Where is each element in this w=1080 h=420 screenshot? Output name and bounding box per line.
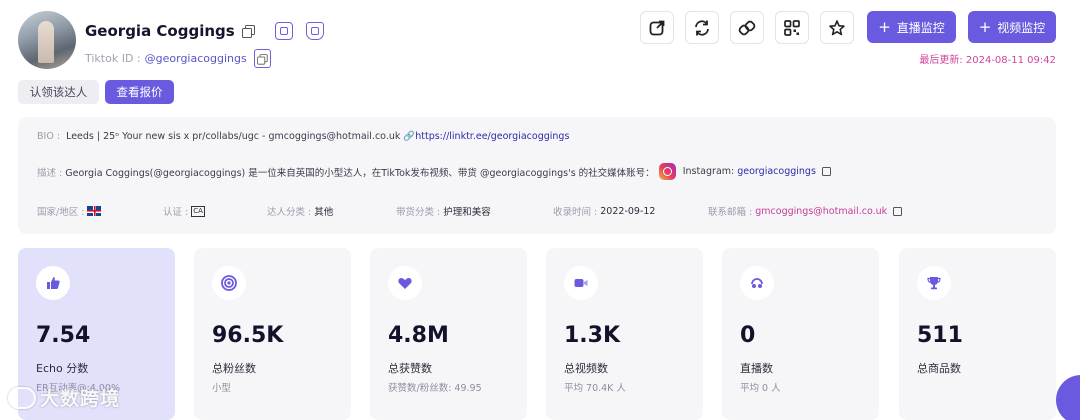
stat-value: 96.5K	[212, 323, 284, 348]
stat-label: 总获赞数	[388, 362, 432, 375]
email-value[interactable]: gmcoggings@hotmail.co.uk	[755, 206, 887, 217]
watermark-logo-icon	[8, 387, 36, 409]
claim-influencer-button[interactable]: 认领该达人	[18, 80, 99, 104]
stat-card-products[interactable]: 511 总商品数	[899, 248, 1056, 420]
region-field: 国家/地区 :	[37, 204, 102, 218]
instagram-handle-link[interactable]: georgiacoggings	[737, 166, 816, 177]
stat-label: 总粉丝数	[212, 362, 256, 375]
trophy-icon	[917, 266, 951, 300]
instagram-label: Instagram:	[682, 166, 735, 177]
stat-value: 0	[740, 323, 756, 348]
stat-label: Echo 分数	[36, 362, 89, 375]
email-label: 联系邮箱 :	[708, 207, 753, 218]
profile-info-panel: BIO : Leeds | 25ᵒ Your new sis x pr/coll…	[18, 117, 1056, 234]
stat-card-followers[interactable]: 96.5K 总粉丝数 小型	[194, 248, 351, 420]
video-monitor-button[interactable]: + 视频监控	[968, 11, 1056, 43]
store-badge-icon[interactable]	[274, 22, 293, 40]
stat-value: 511	[917, 323, 963, 348]
thumbs-up-icon	[36, 266, 70, 300]
star-icon	[829, 19, 845, 35]
stat-subtext: 平均 0 人	[740, 383, 781, 394]
qr-code-icon	[784, 19, 800, 36]
copy-link-button[interactable]	[730, 11, 764, 44]
description-text: Georgia Coggings(@georgiacoggings) 是一位来自…	[65, 167, 655, 179]
copy-email-icon[interactable]	[893, 206, 903, 216]
bio-link[interactable]: https://linktr.ee/georgiacoggings	[415, 131, 569, 142]
stat-label: 直播数	[740, 362, 773, 375]
bio-label: BIO :	[37, 131, 61, 142]
stat-value: 1.3K	[564, 323, 621, 348]
stat-card-likes[interactable]: 4.8M 总获赞数 获赞数/粉丝数: 49.95	[370, 248, 527, 420]
watermark-text: 大数跨境	[40, 388, 121, 410]
uk-flag-icon	[87, 206, 102, 216]
category-label: 达人分类 :	[267, 207, 312, 218]
influencer-profile-page: Georgia Coggings Tiktok ID : @georgiacog…	[0, 0, 1080, 420]
stat-label: 总视频数	[564, 362, 608, 375]
live-icon	[740, 266, 774, 300]
tiktok-id-label: Tiktok ID :	[85, 52, 141, 65]
goods-category-field: 带货分类 : 护理和美容	[396, 204, 491, 218]
qr-code-button[interactable]	[775, 11, 809, 44]
verification-label: 认证 :	[163, 207, 189, 218]
region-label: 国家/地区 :	[37, 207, 85, 218]
refresh-button[interactable]	[685, 11, 719, 44]
collected-date-value: 2022-09-12	[600, 205, 656, 217]
video-monitor-label: 视频监控	[997, 20, 1046, 35]
stat-value: 7.54	[36, 323, 91, 348]
stat-card-videos[interactable]: 1.3K 总视频数 平均 70.4K 人	[546, 248, 703, 420]
last-updated-text: 最后更新: 2024-08-11 09:42	[919, 55, 1056, 66]
avatar	[18, 11, 76, 69]
heart-icon	[388, 266, 422, 300]
verification-badge-icon: CA	[191, 205, 205, 217]
stat-subtext: 获赞数/粉丝数: 49.95	[388, 383, 482, 394]
bio-row: BIO : Leeds | 25ᵒ Your new sis x pr/coll…	[37, 131, 569, 142]
chat-support-button[interactable]	[1056, 375, 1080, 420]
collected-date-field: 收录时间 : 2022-09-12	[553, 204, 656, 219]
plus-icon: +	[978, 17, 992, 36]
tiktok-id-value[interactable]: @georgiacoggings	[145, 52, 247, 65]
target-icon	[212, 266, 246, 300]
goods-category-value: 护理和美容	[443, 207, 491, 218]
refresh-icon	[695, 19, 709, 36]
stat-value: 4.8M	[388, 323, 449, 348]
description-label: 描述 :	[37, 167, 63, 179]
live-monitor-button[interactable]: + 直播监控	[867, 11, 956, 43]
description-row: 描述 : Georgia Coggings(@georgiacoggings) …	[37, 163, 831, 180]
copy-tiktok-id-button[interactable]	[253, 49, 271, 68]
bio-text: Leeds | 25ᵒ Your new sis x pr/collabs/ug…	[66, 131, 416, 142]
open-external-button[interactable]	[640, 11, 674, 44]
stat-subtext: 平均 70.4K 人	[564, 383, 626, 394]
link-icon	[738, 20, 756, 35]
favorite-button[interactable]	[820, 11, 854, 44]
live-monitor-label: 直播监控	[896, 20, 945, 35]
goods-category-label: 带货分类 :	[396, 207, 441, 218]
view-quote-button[interactable]: 查看报价	[105, 80, 174, 104]
name-row: Georgia Coggings	[85, 22, 324, 40]
copy-instagram-icon[interactable]	[821, 167, 831, 176]
category-field: 达人分类 : 其他	[267, 204, 333, 218]
email-field: 联系邮箱 : gmcoggings@hotmail.co.uk	[708, 204, 903, 218]
copy-icon	[257, 53, 268, 65]
stat-subtext: 小型	[212, 383, 232, 394]
instagram-icon[interactable]	[658, 163, 676, 180]
stat-card-lives[interactable]: 0 直播数 平均 0 人	[722, 248, 879, 420]
plus-icon: +	[878, 17, 891, 36]
tiktok-id-row: Tiktok ID : @georgiacoggings	[85, 49, 271, 68]
verification-field: 认证 : CA	[163, 204, 205, 218]
video-icon	[564, 266, 598, 300]
collected-date-label: 收录时间 :	[553, 207, 598, 218]
influencer-name: Georgia Coggings	[85, 22, 235, 40]
shop-bag-badge-icon[interactable]	[305, 22, 324, 40]
category-value: 其他	[314, 207, 334, 218]
external-link-icon	[649, 20, 665, 35]
copy-name-icon[interactable]	[241, 25, 255, 38]
stat-label: 总商品数	[917, 362, 961, 375]
